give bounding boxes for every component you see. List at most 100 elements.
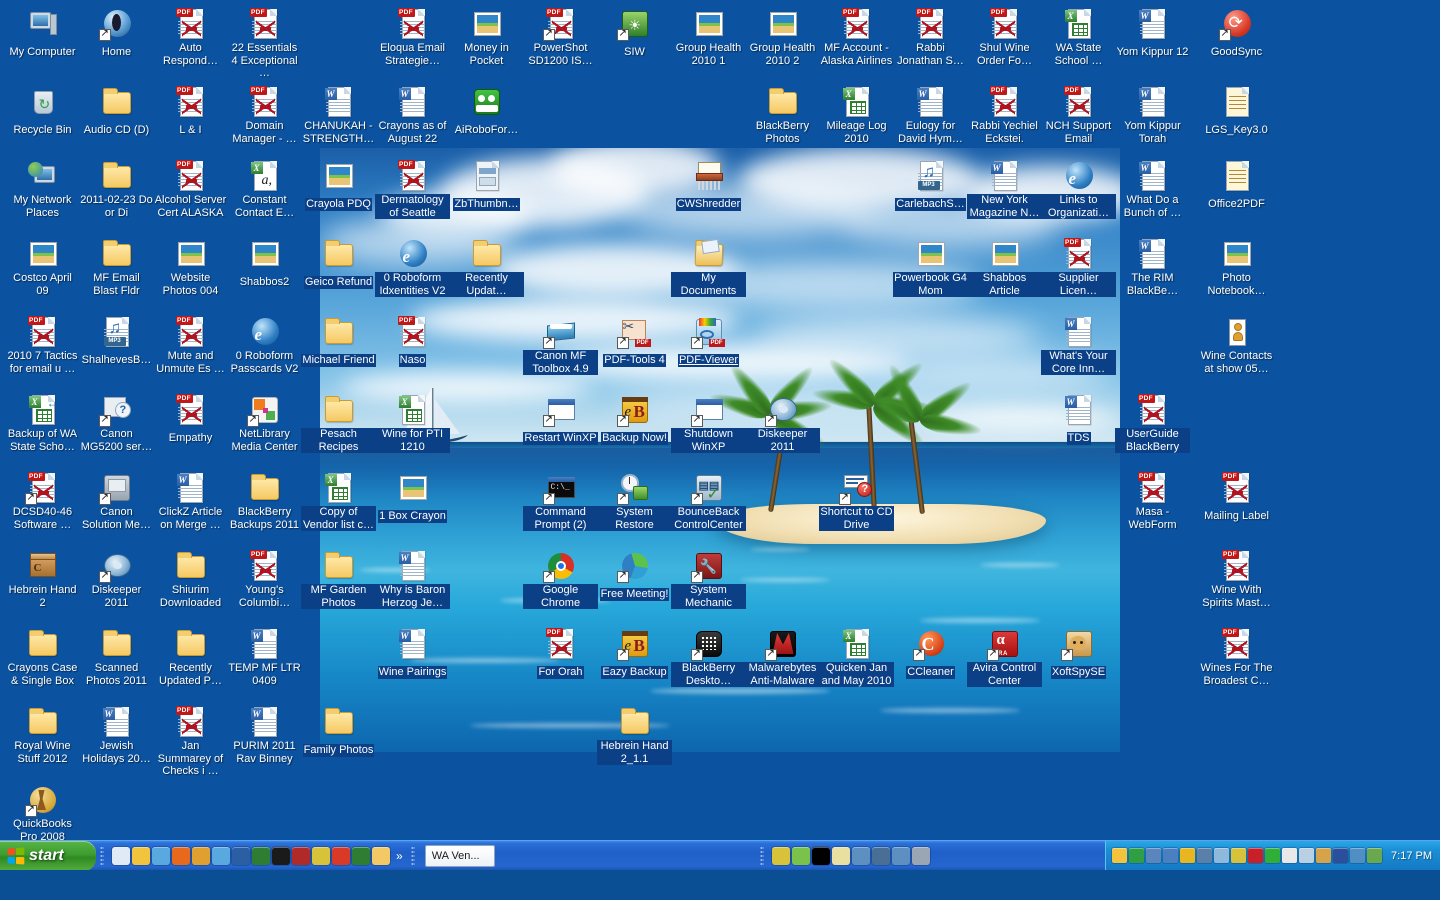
window-list-icon[interactable]	[851, 846, 870, 865]
desktop-icon[interactable]: ▤▤✓BounceBack ControlCenter	[671, 472, 746, 533]
system-mechanic-icon[interactable]	[292, 846, 310, 865]
desktop-icon[interactable]: PDF Mailing Label	[1199, 472, 1274, 524]
desktop-icon[interactable]: Shabbos2	[227, 238, 302, 290]
desktop-icon[interactable]: PDF Domain Manager - …	[227, 86, 302, 147]
desktop-icon[interactable]: W Why is Baron Herzog Je…	[375, 550, 450, 611]
desktop-icon[interactable]: My Documents	[671, 238, 746, 299]
desktop-icon[interactable]: W ClickZ Article on Merge …	[153, 472, 228, 533]
desktop-icon[interactable]: Michael Friend	[301, 316, 376, 368]
desktop-icon[interactable]: MF Garden Photos	[301, 550, 376, 611]
desktop-icon[interactable]: PDF Alcohol Server Cert ALASKA	[153, 160, 228, 221]
desktop-icon[interactable]: Scanned Photos 2011	[79, 628, 154, 689]
desktop-icon[interactable]: ZbThumbn…	[449, 160, 524, 212]
desktop-icon[interactable]: Google Chrome	[523, 550, 598, 611]
desktop-icon[interactable]: Malwarebytes Anti-Malware	[745, 628, 820, 689]
sound-muted-tray-icon[interactable]	[1197, 848, 1213, 863]
desktop-icon[interactable]: PDF Rabbi Jonathan S…	[893, 8, 968, 69]
desktop-icon[interactable]: LGS_Key3.0	[1199, 86, 1274, 138]
desktop-icon[interactable]: Wine Contacts at show 05…	[1199, 316, 1274, 377]
desktop-icon[interactable]: Recently Updat…	[449, 238, 524, 299]
desktop-icon[interactable]: PDF Jan Summarey of Checks i …	[153, 706, 228, 779]
desktop-icon[interactable]: Recently Updated P…	[153, 628, 228, 689]
desktop-icon[interactable]: Shabbos Article	[967, 238, 1042, 299]
internet-explorer-icon[interactable]	[152, 846, 170, 865]
desktop-icon[interactable]: X ← Backup of WA State Scho…	[5, 394, 80, 455]
tiger-tray-icon[interactable]	[1316, 848, 1332, 863]
desktop-icon[interactable]: MF Email Blast Fldr	[79, 238, 154, 299]
desktop-icon[interactable]: Home	[79, 8, 154, 60]
taskbar-window-button[interactable]: WA Ven...	[424, 844, 495, 867]
desktop-icon[interactable]: Shutdown WinXP	[671, 394, 746, 455]
desktop-icon[interactable]: e0 Roboform Idxentities V2	[375, 238, 450, 299]
desktop-icon[interactable]: ?Shortcut to CD Drive	[819, 472, 894, 533]
desktop-icon[interactable]: X WA State School …	[1041, 8, 1116, 69]
desktop-icon[interactable]: ⟳ GoodSync	[1199, 8, 1274, 60]
desktop-icon[interactable]: 2011-02-23 Do or Di	[79, 160, 154, 221]
secondary-toolbar[interactable]	[768, 841, 932, 871]
desktop-icon[interactable]: C CCleaner	[893, 628, 968, 680]
goodsync-icon[interactable]	[332, 846, 350, 865]
desktop-icon[interactable]: Free Meeting!	[597, 550, 672, 602]
desktop-icon[interactable]: Photo Notebook…	[1199, 238, 1274, 299]
media-player-tray-icon[interactable]	[1129, 848, 1145, 863]
desktop-icon[interactable]: PDFPowerShot SD1200 IS…	[523, 8, 598, 69]
note-tool-icon[interactable]	[831, 846, 850, 865]
device-tray-icon[interactable]	[1146, 848, 1162, 863]
desktop-icon[interactable]: Royal Wine Stuff 2012	[5, 706, 80, 767]
taskbar-grip-2[interactable]	[410, 845, 415, 866]
desktop-icon[interactable]: Shiurim Downloaded	[153, 550, 228, 611]
desktop-icon[interactable]: W Jewish Holidays 20…	[79, 706, 154, 767]
desktop-icon[interactable]: C:\_Command Prompt (2)	[523, 472, 598, 533]
folder-icon[interactable]	[372, 846, 390, 865]
desktop-icon[interactable]: PDF Rabbi Yechiel Eckstei.	[967, 86, 1042, 147]
tray-icon-group[interactable]	[1112, 848, 1383, 863]
desktop-icon[interactable]: PDF Naso	[375, 316, 450, 368]
printer-icon[interactable]	[911, 846, 930, 865]
desktop-icon[interactable]: PDF 22 Essentials 4 Exceptional …	[227, 8, 302, 81]
desktop-icon[interactable]: Costco April 09	[5, 238, 80, 299]
desktop-icon[interactable]: Powerbook G4 Mom	[893, 238, 968, 299]
desktop-icon[interactable]: PDF For Orah	[523, 628, 598, 680]
desktop-icon[interactable]: C Hebrein Hand 2	[5, 550, 80, 611]
desktop-icon[interactable]: PDF NCH Support Email	[1041, 86, 1116, 147]
desktop-icon[interactable]: W Crayons as of August 22	[375, 86, 450, 147]
desktop-icon[interactable]: Audio CD (D)	[79, 86, 154, 138]
system-tray[interactable]: 7:17 PM	[1105, 840, 1440, 870]
desktop-icon[interactable]: Crayons Case & Single Box	[5, 628, 80, 689]
desktop-icon[interactable]: ♫ MP3 ShalhevesB…	[79, 316, 154, 368]
desktop-icon[interactable]: PDF Dermatology of Seattle	[375, 160, 450, 221]
desktop-icon[interactable]: W What Do a Bunch of …	[1115, 160, 1190, 221]
desktop-icon[interactable]: PDF Shul Wine Order Fo…	[967, 8, 1042, 69]
desktop-icon[interactable]: X Mileage Log 2010	[819, 86, 894, 147]
dropdown-arrow-icon[interactable]	[811, 846, 830, 865]
desktop-icon[interactable]: αVIRAAvira Control Center	[967, 628, 1042, 689]
desktop-icon[interactable]: Office2PDF	[1199, 160, 1274, 212]
desktop-icon[interactable]: W The RIM BlackBe…	[1115, 238, 1190, 299]
desktop-icon[interactable]: Diskeeper 2011	[745, 394, 820, 455]
desktop-icon[interactable]: PDF Wine With Spirits Mast…	[1199, 550, 1274, 611]
desktop-icon[interactable]: Website Photos 004	[153, 238, 228, 299]
desktop-icon[interactable]: PDFDCSD40-46 Software …	[5, 472, 80, 533]
desktop-icon[interactable]: Restart WinXP	[523, 394, 598, 446]
desktop-icon[interactable]: PDF Empathy	[153, 394, 228, 446]
desktop-icon[interactable]: PDF UserGuide BlackBerry	[1115, 394, 1190, 455]
desktop-icon[interactable]: PDF Wines For The Broadest C…	[1199, 628, 1274, 689]
desktop-icon[interactable]: eB Eazy Backup	[597, 628, 672, 680]
paint-tray-icon[interactable]	[1367, 848, 1383, 863]
desktop-icon[interactable]: PDF Eloqua Email Strategie…	[375, 8, 450, 69]
desktop-icon[interactable]: W CHANUKAH - STRENGTH…	[301, 86, 376, 147]
desktop-icon[interactable]: W Yom Kippur Torah	[1115, 86, 1190, 147]
warning-shield-tray-icon[interactable]	[1180, 848, 1196, 863]
desktop-icon[interactable]: Canon Solution Me…	[79, 472, 154, 533]
desktop-icon[interactable]: X Wine for PTI 1210	[375, 394, 450, 455]
desktop-icon[interactable]: PDF Supplier Licen…	[1041, 238, 1116, 299]
desktop-icon[interactable]: ✂PDF PDF-Tools 4	[597, 316, 672, 368]
screen-tray-icon[interactable]	[1299, 848, 1315, 863]
desktop-icon[interactable]: My Network Places	[5, 160, 80, 221]
word-icon[interactable]	[232, 846, 250, 865]
desktop-icon[interactable]: Money in Pocket	[449, 8, 524, 69]
screen-capture-icon[interactable]	[891, 846, 910, 865]
network-tray-icon[interactable]	[1163, 848, 1179, 863]
desktop-surface[interactable]: My ComputerHomePDFAuto Respond…PDF22 Ess…	[0, 0, 1440, 870]
desktop-icon[interactable]: NetLibrary Media Center	[227, 394, 302, 455]
